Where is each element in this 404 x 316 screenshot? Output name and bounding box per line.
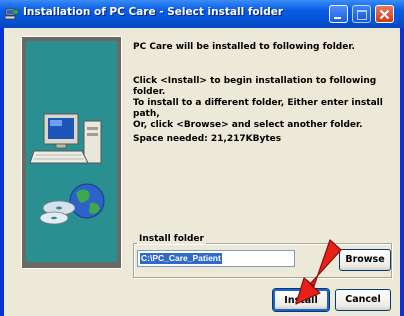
instruction-line: Click <Install> to begin installation to… <box>133 76 377 97</box>
installer-window: Installation of PC Care - Select install… <box>0 0 404 316</box>
title-bar[interactable]: Installation of PC Care - Select install… <box>0 0 404 28</box>
maximize-button[interactable] <box>352 5 371 23</box>
browse-button[interactable]: Browse <box>339 249 391 271</box>
installer-artwork <box>26 41 117 262</box>
instruction-line: To install to a different folder, Either… <box>133 98 383 119</box>
close-icon <box>379 9 390 20</box>
space-needed: Space needed: 21,217KBytes <box>133 134 282 144</box>
close-button[interactable] <box>375 5 394 23</box>
instruction-line: Or, click <Browse> and select another fo… <box>133 120 363 130</box>
cancel-button[interactable]: Cancel <box>335 289 391 311</box>
instructions: Click <Install> to begin installation to… <box>133 76 393 131</box>
window-title: Installation of PC Care - Select install… <box>23 6 284 18</box>
install-heading: PC Care will be installed to following f… <box>133 42 355 52</box>
install-path-value: C:\PC_Care_Patient <box>140 253 222 264</box>
minimize-button[interactable] <box>329 5 348 23</box>
installer-icon <box>5 8 19 20</box>
red-arrow-icon <box>295 239 342 305</box>
install-folder-label: Install folder <box>137 234 206 244</box>
dialog-body: PC Care will be installed to following f… <box>4 28 400 316</box>
